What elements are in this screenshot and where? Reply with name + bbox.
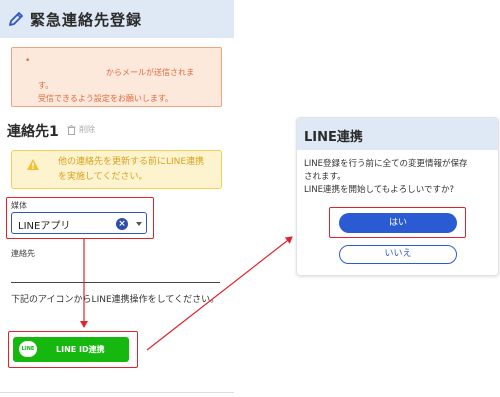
dialog-message-line-3: LINE連携を開始してもよろしいですか? xyxy=(304,185,455,195)
chevron-down-icon[interactable] xyxy=(136,222,142,226)
line-instruction-text: 下記のアイコンからLINE連携操作をしてください。 xyxy=(11,295,220,305)
email-notice: • からメールが送信されま す。 受信できるよう設定をお願いします。 xyxy=(11,47,222,107)
pencil-icon xyxy=(9,12,23,26)
notice-line-3: 受信できるよう設定をお願いします。 xyxy=(38,94,174,103)
contact-section-title: 連絡先1 xyxy=(7,124,59,140)
warning-line-2: を実施してください。 xyxy=(58,172,148,182)
clear-icon[interactable]: × xyxy=(116,218,128,230)
bottom-divider xyxy=(0,392,234,393)
contact-field-label: 連絡先 xyxy=(11,249,35,258)
warning-alert: 他の連絡先を更新する前にLINE連携 を実施してください。 xyxy=(11,150,222,189)
line-id-link-button[interactable]: LINE LINE ID連携 xyxy=(13,337,129,362)
dialog-title: LINE連携 xyxy=(304,130,363,145)
page-header: 緊急連絡先登録 xyxy=(0,0,234,38)
yes-button[interactable]: はい xyxy=(339,213,457,233)
medium-select[interactable]: LINEアプリ × xyxy=(11,212,147,234)
line-logo-icon: LINE xyxy=(19,341,37,357)
warning-icon xyxy=(27,159,39,170)
contact-field-input[interactable] xyxy=(11,282,220,283)
notice-line-2: す。 xyxy=(38,81,54,90)
notice-bullet: • xyxy=(25,56,31,66)
trash-icon xyxy=(67,124,76,135)
registration-screen: 緊急連絡先登録 • からメールが送信されま す。 受信できるよう設定をお願いしま… xyxy=(0,0,234,397)
delete-button[interactable]: 削除 xyxy=(67,124,95,135)
delete-label: 削除 xyxy=(79,125,95,134)
medium-select-value: LINEアプリ xyxy=(18,221,71,232)
medium-label: 媒体 xyxy=(11,201,27,210)
no-button[interactable]: いいえ xyxy=(339,245,457,264)
dialog-header: LINE連携 xyxy=(297,118,498,150)
warning-line-1: 他の連絡先を更新する前にLINE連携 xyxy=(58,157,205,167)
page-title: 緊急連絡先登録 xyxy=(30,10,143,29)
dialog-message-line-1: LINE登録を行う前に全ての変更情報が保存 xyxy=(304,159,468,169)
notice-line-1: からメールが送信されま xyxy=(106,68,194,77)
line-id-link-label: LINE ID連携 xyxy=(56,345,105,354)
dialog-message-line-2: されます。 xyxy=(304,172,346,182)
dialog-message: LINE登録を行う前に全ての変更情報が保存 されます。 LINE連携を開始しても… xyxy=(304,158,494,197)
line-link-dialog: LINE連携 LINE登録を行う前に全ての変更情報が保存 されます。 LINE連… xyxy=(296,117,499,276)
